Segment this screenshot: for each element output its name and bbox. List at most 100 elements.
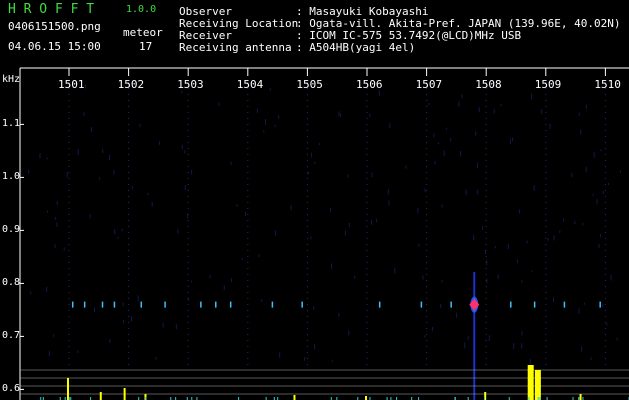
noise-pixel <box>479 107 480 112</box>
noise-pixel <box>184 150 185 153</box>
noise-pixel <box>148 193 149 195</box>
noise-pixel <box>563 218 564 221</box>
noise-pixel <box>586 105 587 109</box>
noise-pixel <box>433 133 434 137</box>
noise-pixel <box>181 91 182 94</box>
meteor-echo <box>164 302 166 308</box>
x-tick-label: 1505 <box>296 79 323 90</box>
noise-pixel <box>606 322 607 325</box>
meteor-echo <box>141 302 143 308</box>
noise-pixel <box>313 306 314 310</box>
noise-pixel <box>456 313 457 318</box>
noise-pixel <box>94 307 95 312</box>
y-tick-label: 1.0 <box>2 172 20 182</box>
noise-pixel <box>102 149 103 153</box>
noise-pixel <box>182 145 183 150</box>
noise-pixel <box>64 247 65 250</box>
noise-pixel <box>53 334 54 337</box>
noise-pixel <box>424 335 425 338</box>
noise-pixel <box>330 208 331 213</box>
noise-pixel <box>464 343 465 349</box>
meteor-echo <box>599 302 601 308</box>
noise-pixel <box>258 254 259 257</box>
noise-pixel <box>379 90 380 96</box>
x-tick-label: 1504 <box>237 79 264 90</box>
noise-pixel <box>304 357 305 361</box>
noise-pixel <box>450 138 451 142</box>
noise-pixel <box>47 157 48 159</box>
noise-pixel <box>513 343 514 349</box>
noise-pixel <box>462 94 463 98</box>
x-tick-label: 1503 <box>177 79 204 90</box>
noise-pixel <box>550 124 551 129</box>
noise-pixel <box>485 250 486 254</box>
meteor-echo <box>215 302 217 308</box>
noise-pixel <box>477 163 478 169</box>
noise-pixel <box>388 200 389 205</box>
meteor-count-bar <box>67 378 69 400</box>
noise-pixel <box>530 359 531 364</box>
meteor-echo <box>379 302 381 308</box>
noise-pixel <box>389 123 390 128</box>
noise-pixel <box>152 202 153 207</box>
echo-core <box>469 299 479 311</box>
noise-pixel <box>441 280 442 283</box>
meteor-echo <box>102 302 104 308</box>
meteor-echo <box>272 302 274 308</box>
noise-pixel <box>319 143 320 145</box>
noise-pixel <box>185 185 186 190</box>
noise-pixel <box>91 127 92 132</box>
noise-pixel <box>348 331 349 336</box>
noise-pixel <box>84 112 85 116</box>
noise-pixel <box>176 324 177 330</box>
noise-pixel <box>372 172 373 177</box>
noise-pixel <box>489 335 490 341</box>
noise-pixel <box>109 155 110 160</box>
noise-pixel <box>67 172 68 178</box>
noise-pixel <box>99 177 100 179</box>
noise-pixel <box>191 170 192 175</box>
noise-pixel <box>55 217 56 219</box>
x-tick-label: 1508 <box>475 79 502 90</box>
noise-pixel <box>369 114 370 117</box>
noise-pixel <box>331 264 332 269</box>
noise-pixel <box>123 320 124 324</box>
noise-pixel <box>278 115 279 119</box>
noise-pixel <box>117 237 118 239</box>
noise-pixel <box>534 185 535 191</box>
noise-pixel <box>122 229 123 232</box>
noise-pixel <box>517 260 518 264</box>
noise-pixel <box>263 130 264 132</box>
noise-pixel <box>581 346 582 351</box>
noise-pixel <box>548 238 549 241</box>
noise-pixel <box>475 132 476 136</box>
meteor-echo <box>510 302 512 308</box>
noise-pixel <box>553 297 554 302</box>
noise-pixel <box>586 167 587 173</box>
noise-pixel <box>508 244 509 249</box>
noise-pixel <box>394 268 395 274</box>
spectrogram <box>0 0 629 400</box>
y-tick-label: 0.8 <box>2 278 20 288</box>
noise-pixel <box>559 230 560 233</box>
noise-pixel <box>611 275 612 281</box>
meteor-echo <box>72 302 74 308</box>
noise-pixel <box>526 240 527 243</box>
meteor-count-bar <box>124 388 126 400</box>
noise-pixel <box>512 137 513 141</box>
noise-pixel <box>231 162 232 165</box>
meteor-count-bar <box>365 396 367 400</box>
noise-pixel <box>187 214 188 219</box>
noise-pixel <box>477 190 478 195</box>
noise-pixel <box>601 149 602 151</box>
noise-pixel <box>275 230 276 235</box>
noise-pixel <box>85 84 86 89</box>
noise-pixel <box>245 212 246 216</box>
noise-pixel <box>236 204 237 207</box>
noise-pixel <box>519 209 520 213</box>
noise-pixel <box>594 152 595 158</box>
noise-pixel <box>231 278 232 282</box>
noise-pixel <box>218 102 219 106</box>
noise-pixel <box>224 285 225 290</box>
noise-pixel <box>314 162 315 164</box>
